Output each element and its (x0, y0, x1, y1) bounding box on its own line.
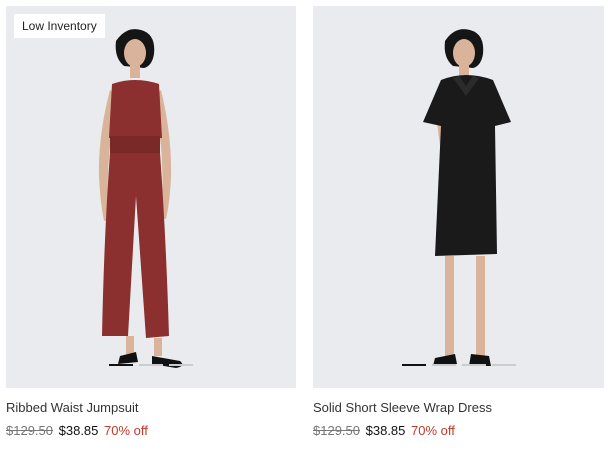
carousel-dot[interactable] (431, 364, 456, 366)
product-card[interactable]: Solid Short Sleeve Wrap Dress $129.50 $3… (313, 6, 604, 439)
carousel-dot[interactable] (139, 364, 163, 366)
sale-price: $38.85 (58, 423, 99, 438)
product-photo-dress (313, 6, 604, 388)
image-carousel-dots[interactable] (6, 364, 296, 366)
product-image[interactable] (313, 6, 604, 388)
carousel-dot[interactable] (169, 364, 193, 366)
carousel-dot[interactable] (461, 364, 486, 366)
carousel-dot[interactable] (109, 364, 133, 366)
carousel-dot[interactable] (401, 364, 426, 366)
original-price: $129.50 (6, 423, 53, 438)
carousel-dot[interactable] (491, 364, 516, 366)
original-price: $129.50 (313, 423, 360, 438)
image-carousel-dots[interactable] (313, 364, 604, 366)
discount-label: 70% off (411, 423, 455, 438)
product-name[interactable]: Solid Short Sleeve Wrap Dress (313, 400, 604, 416)
product-price: $129.50 $38.85 70% off (313, 423, 604, 439)
product-photo-jumpsuit (6, 6, 296, 388)
product-card[interactable]: Low Inventory Ribbed Waist Jumpsuit $129… (6, 6, 296, 439)
sale-price: $38.85 (365, 423, 406, 438)
product-name[interactable]: Ribbed Waist Jumpsuit (6, 400, 296, 416)
product-image[interactable]: Low Inventory (6, 6, 296, 388)
product-price: $129.50 $38.85 70% off (6, 423, 296, 439)
low-inventory-badge: Low Inventory (14, 14, 105, 38)
discount-label: 70% off (104, 423, 148, 438)
